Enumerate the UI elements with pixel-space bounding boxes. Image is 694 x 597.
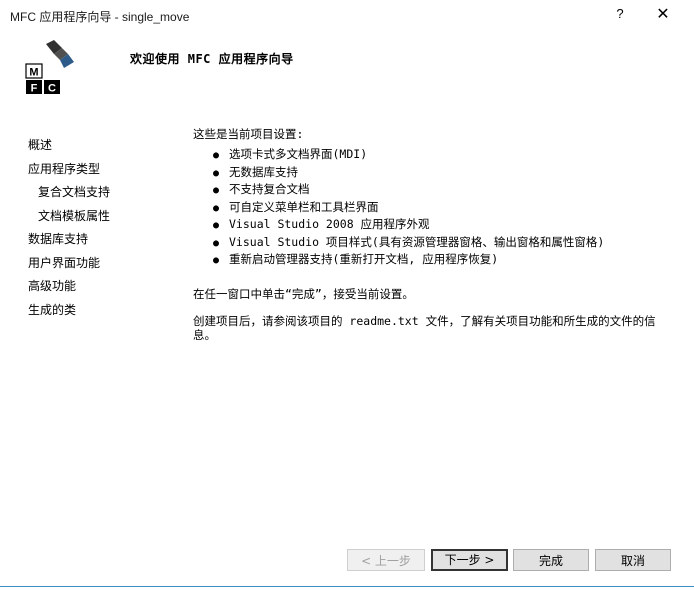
bullet-icon: ● <box>213 255 220 266</box>
feature-list: ● 选项卡式多文档界面(MDI) ● 无数据库支持 ● 不支持复合文档 ● 可自定义菜单… <box>193 146 604 269</box>
bullet-icon: ● <box>213 185 220 196</box>
list-item: ● Visual Studio 2008 应用程序外观 <box>193 216 604 234</box>
list-item: ● 重新启动管理器支持(重新打开文档, 应用程序恢复) <box>193 251 604 269</box>
bullet-icon: ● <box>213 220 220 231</box>
feature-text: 无数据库支持 <box>229 164 298 179</box>
logo-letter-f: F <box>31 83 38 95</box>
help-icon[interactable]: ? <box>612 6 628 24</box>
feature-text: 可自定义菜单栏和工具栏界面 <box>229 199 379 214</box>
feature-text: 重新启动管理器支持(重新打开文档, 应用程序恢复) <box>229 252 499 266</box>
nav-item-generated-classes[interactable]: 生成的类 <box>28 299 188 323</box>
wizard-nav: 概述 应用程序类型 复合文档支持 文档模板属性 数据库支持 用户界面功能 高级功… <box>28 134 188 322</box>
bullet-icon: ● <box>213 237 220 249</box>
cancel-button[interactable]: 取消 <box>595 549 671 571</box>
list-item: ● 选项卡式多文档界面(MDI) <box>193 146 604 164</box>
nav-item-ui-features[interactable]: 用户界面功能 <box>28 252 188 276</box>
settings-intro: 这些是当前项目设置: <box>193 127 304 141</box>
bullet-icon: ● <box>213 167 220 179</box>
back-button[interactable]: < 上一步 <box>347 549 425 571</box>
logo-letter-c: C <box>48 83 56 95</box>
nav-item-doc-template[interactable]: 文档模板属性 <box>28 205 188 229</box>
title-bar: MFC 应用程序向导 - single_move ? ✕ <box>0 0 694 30</box>
logo-letter-m: M <box>29 67 38 79</box>
bottom-divider <box>0 586 694 587</box>
list-item: ● 无数据库支持 <box>193 164 604 182</box>
readme-note: 创建项目后，请参阅该项目的 readme.txt 文件，了解有关项目功能和所生成… <box>193 314 656 342</box>
feature-text: 选项卡式多文档界面(MDI) <box>229 147 368 161</box>
next-button[interactable]: 下一步 > <box>431 549 508 571</box>
list-item: ● 可自定义菜单栏和工具栏界面 <box>193 199 604 217</box>
list-item: ● 不支持复合文档 <box>193 181 604 199</box>
content-panel: 这些是当前项目设置: ● 选项卡式多文档界面(MDI) ● 无数据库支持 ● 不支持复… <box>193 124 673 534</box>
finish-button[interactable]: 完成 <box>513 549 589 571</box>
bullet-icon: ● <box>213 202 220 214</box>
close-icon[interactable]: ✕ <box>654 4 672 24</box>
feature-text: 不支持复合文档 <box>229 182 310 196</box>
list-item: ● Visual Studio 项目样式(具有资源管理器窗格、输出窗格和属性窗格) <box>193 234 604 252</box>
nav-item-compound-doc[interactable]: 复合文档支持 <box>28 181 188 205</box>
feature-text: Visual Studio 2008 应用程序外观 <box>229 217 430 231</box>
nav-item-app-type[interactable]: 应用程序类型 <box>28 158 188 182</box>
nav-item-overview[interactable]: 概述 <box>28 134 188 158</box>
nav-item-database[interactable]: 数据库支持 <box>28 228 188 252</box>
nav-item-advanced[interactable]: 高级功能 <box>28 275 188 299</box>
window-title: MFC 应用程序向导 - single_move <box>10 10 190 24</box>
mfc-logo: M F C <box>25 40 74 95</box>
feature-text: Visual Studio 项目样式(具有资源管理器窗格、输出窗格和属性窗格) <box>229 234 605 249</box>
finish-note: 在任一窗口中单击“完成”，接受当前设置。 <box>193 287 414 301</box>
bullet-icon: ● <box>213 150 220 161</box>
wizard-banner <box>0 30 694 108</box>
welcome-heading: 欢迎使用 MFC 应用程序向导 <box>130 52 294 66</box>
